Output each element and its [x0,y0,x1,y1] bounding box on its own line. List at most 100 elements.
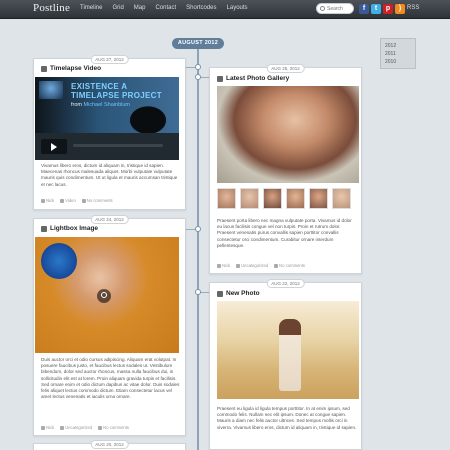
timeline-dot [195,74,201,80]
meta-comments-text[interactable]: No comments [87,198,113,203]
year-link-2012[interactable]: 2012 [385,42,411,50]
timeline-axis [197,48,199,450]
nav-item-map[interactable]: Map [134,5,146,11]
gallery-thumb[interactable] [240,188,259,209]
meta-author-text[interactable]: Nick [46,425,54,430]
meta-comments[interactable]: No comments [274,263,305,268]
video-title-line1: EXISTENCE A [71,82,128,91]
site-logo[interactable]: Postline [33,2,70,14]
meta-category[interactable]: Uncategorized [60,425,92,430]
user-icon [41,425,45,430]
gallery-thumb[interactable] [309,188,328,209]
post-meta: Nick Uncategorized No comments [41,425,129,430]
gallery-main-photo[interactable] [217,86,359,183]
comment-icon [274,263,279,268]
nav-item-shortcodes[interactable]: Shortcodes [186,5,216,11]
social-links: f t p ) [359,4,405,14]
timeline-dot [195,64,201,70]
gallery-thumb[interactable] [217,188,236,209]
post-title-text[interactable]: Timelapse Video [50,65,101,72]
main-nav: Timeline Grid Map Contact Shortcodes Lay… [80,5,248,11]
post-card-lightbox: AUG 24, 2012 Lightbox Image Duis auctor … [33,215,186,436]
post-card-newphoto: AUG 22, 2012 New Photo Praesent eu ligul… [209,279,362,450]
post-title[interactable]: Latest Photo Gallery [217,75,289,82]
post-date: AUG 24, 2012 [90,215,129,224]
meta-category-text[interactable]: Video [65,198,76,203]
meta-comments-text[interactable]: No comments [279,263,305,268]
post-card-gallery: AUG 25, 2012 Latest Photo Gallery Praese… [209,64,362,274]
meta-author-text[interactable]: Nick [222,263,230,268]
post-title[interactable]: Lightbox Image [41,225,98,232]
nav-item-layouts[interactable]: Layouts [227,5,248,11]
gallery-thumb[interactable] [286,188,305,209]
post-date: AUG 25, 2012 [266,64,305,73]
video-format-icon [41,65,47,72]
gallery-thumbnails [217,188,351,209]
gallery-thumb[interactable] [263,188,282,209]
post-title[interactable]: New Photo [217,290,260,297]
meta-author-text[interactable]: Nick [46,198,54,203]
meta-category-text[interactable]: Uncategorized [241,263,268,268]
play-button[interactable] [41,139,67,154]
post-title-text[interactable]: Latest Photo Gallery [226,75,289,82]
post-excerpt: Vivamus libero eros, dictum id aliquam i… [41,163,178,187]
meta-comments-text[interactable]: No comments [103,425,129,430]
timeline-dot [195,226,201,232]
meta-category-text[interactable]: Uncategorized [65,425,92,430]
nav-item-contact[interactable]: Contact [155,5,176,11]
post-title[interactable]: Timelapse Video [41,65,101,72]
meta-author[interactable]: Nick [41,198,54,203]
pinterest-icon[interactable]: p [383,4,393,14]
zoom-icon[interactable] [97,289,111,303]
post-date: AUG 27, 2012 [90,55,129,64]
gallery-format-icon [217,75,223,82]
new-photo-image[interactable] [217,301,359,399]
gallery-thumb[interactable] [332,188,351,209]
meta-comments[interactable]: No comments [81,198,113,203]
folder-icon [60,198,65,203]
video-thumbnail [39,81,63,99]
comment-icon [81,198,86,203]
post-title-text[interactable]: New Photo [226,290,260,297]
video-player[interactable]: EXISTENCE A TIMELAPSE PROJECT from Micha… [35,77,179,160]
search-icon [320,6,325,11]
search-box[interactable] [316,3,354,14]
month-marker: AUGUST 2012 [172,38,224,49]
meta-author[interactable]: Nick [41,425,54,430]
year-link-2010[interactable]: 2010 [385,58,411,66]
video-title-line2: TIMELAPSE PROJECT [71,91,162,100]
woman-figure [279,319,301,391]
year-nav: 2012 2011 2010 [380,38,416,69]
folder-icon [236,263,241,268]
post-title-text[interactable]: Lightbox Image [50,225,98,232]
post-card-timelapse: AUG 27, 2012 Timelapse Video EXISTENCE A… [33,55,186,210]
rss-link[interactable]: RSS [407,5,419,11]
post-excerpt: Praesent eu ligula id ligula tempus port… [217,406,357,430]
image-format-icon [217,290,223,297]
folder-icon [60,425,65,430]
top-bar: Postline Timeline Grid Map Contact Short… [0,0,450,19]
meta-category[interactable]: Uncategorized [236,263,268,268]
post-date: AUG 22, 2012 [266,279,305,288]
year-link-2011[interactable]: 2011 [385,50,411,58]
rss-icon[interactable]: ) [395,4,405,14]
post-excerpt: Praesent porta libero nec magna vulputat… [217,218,352,248]
video-byline: from Michael Shainblum [71,102,130,108]
video-from: from [71,102,82,108]
timeline-dot [195,289,201,295]
lightbox-photo[interactable] [35,237,179,353]
twitter-icon[interactable]: t [371,4,381,14]
image-format-icon [41,225,47,232]
post-meta: Nick Uncategorized No comments [217,263,305,268]
facebook-icon[interactable]: f [359,4,369,14]
progress-bar[interactable] [73,144,163,147]
post-date: AUG 20, 2012 [90,440,129,449]
post-card-next: AUG 20, 2012 [33,440,186,450]
search-input[interactable] [327,5,353,12]
nav-item-timeline[interactable]: Timeline [80,5,102,11]
meta-author[interactable]: Nick [217,263,230,268]
nav-item-grid[interactable]: Grid [112,5,123,11]
comment-icon [98,425,103,430]
meta-comments[interactable]: No comments [98,425,129,430]
meta-category[interactable]: Video [60,198,76,203]
